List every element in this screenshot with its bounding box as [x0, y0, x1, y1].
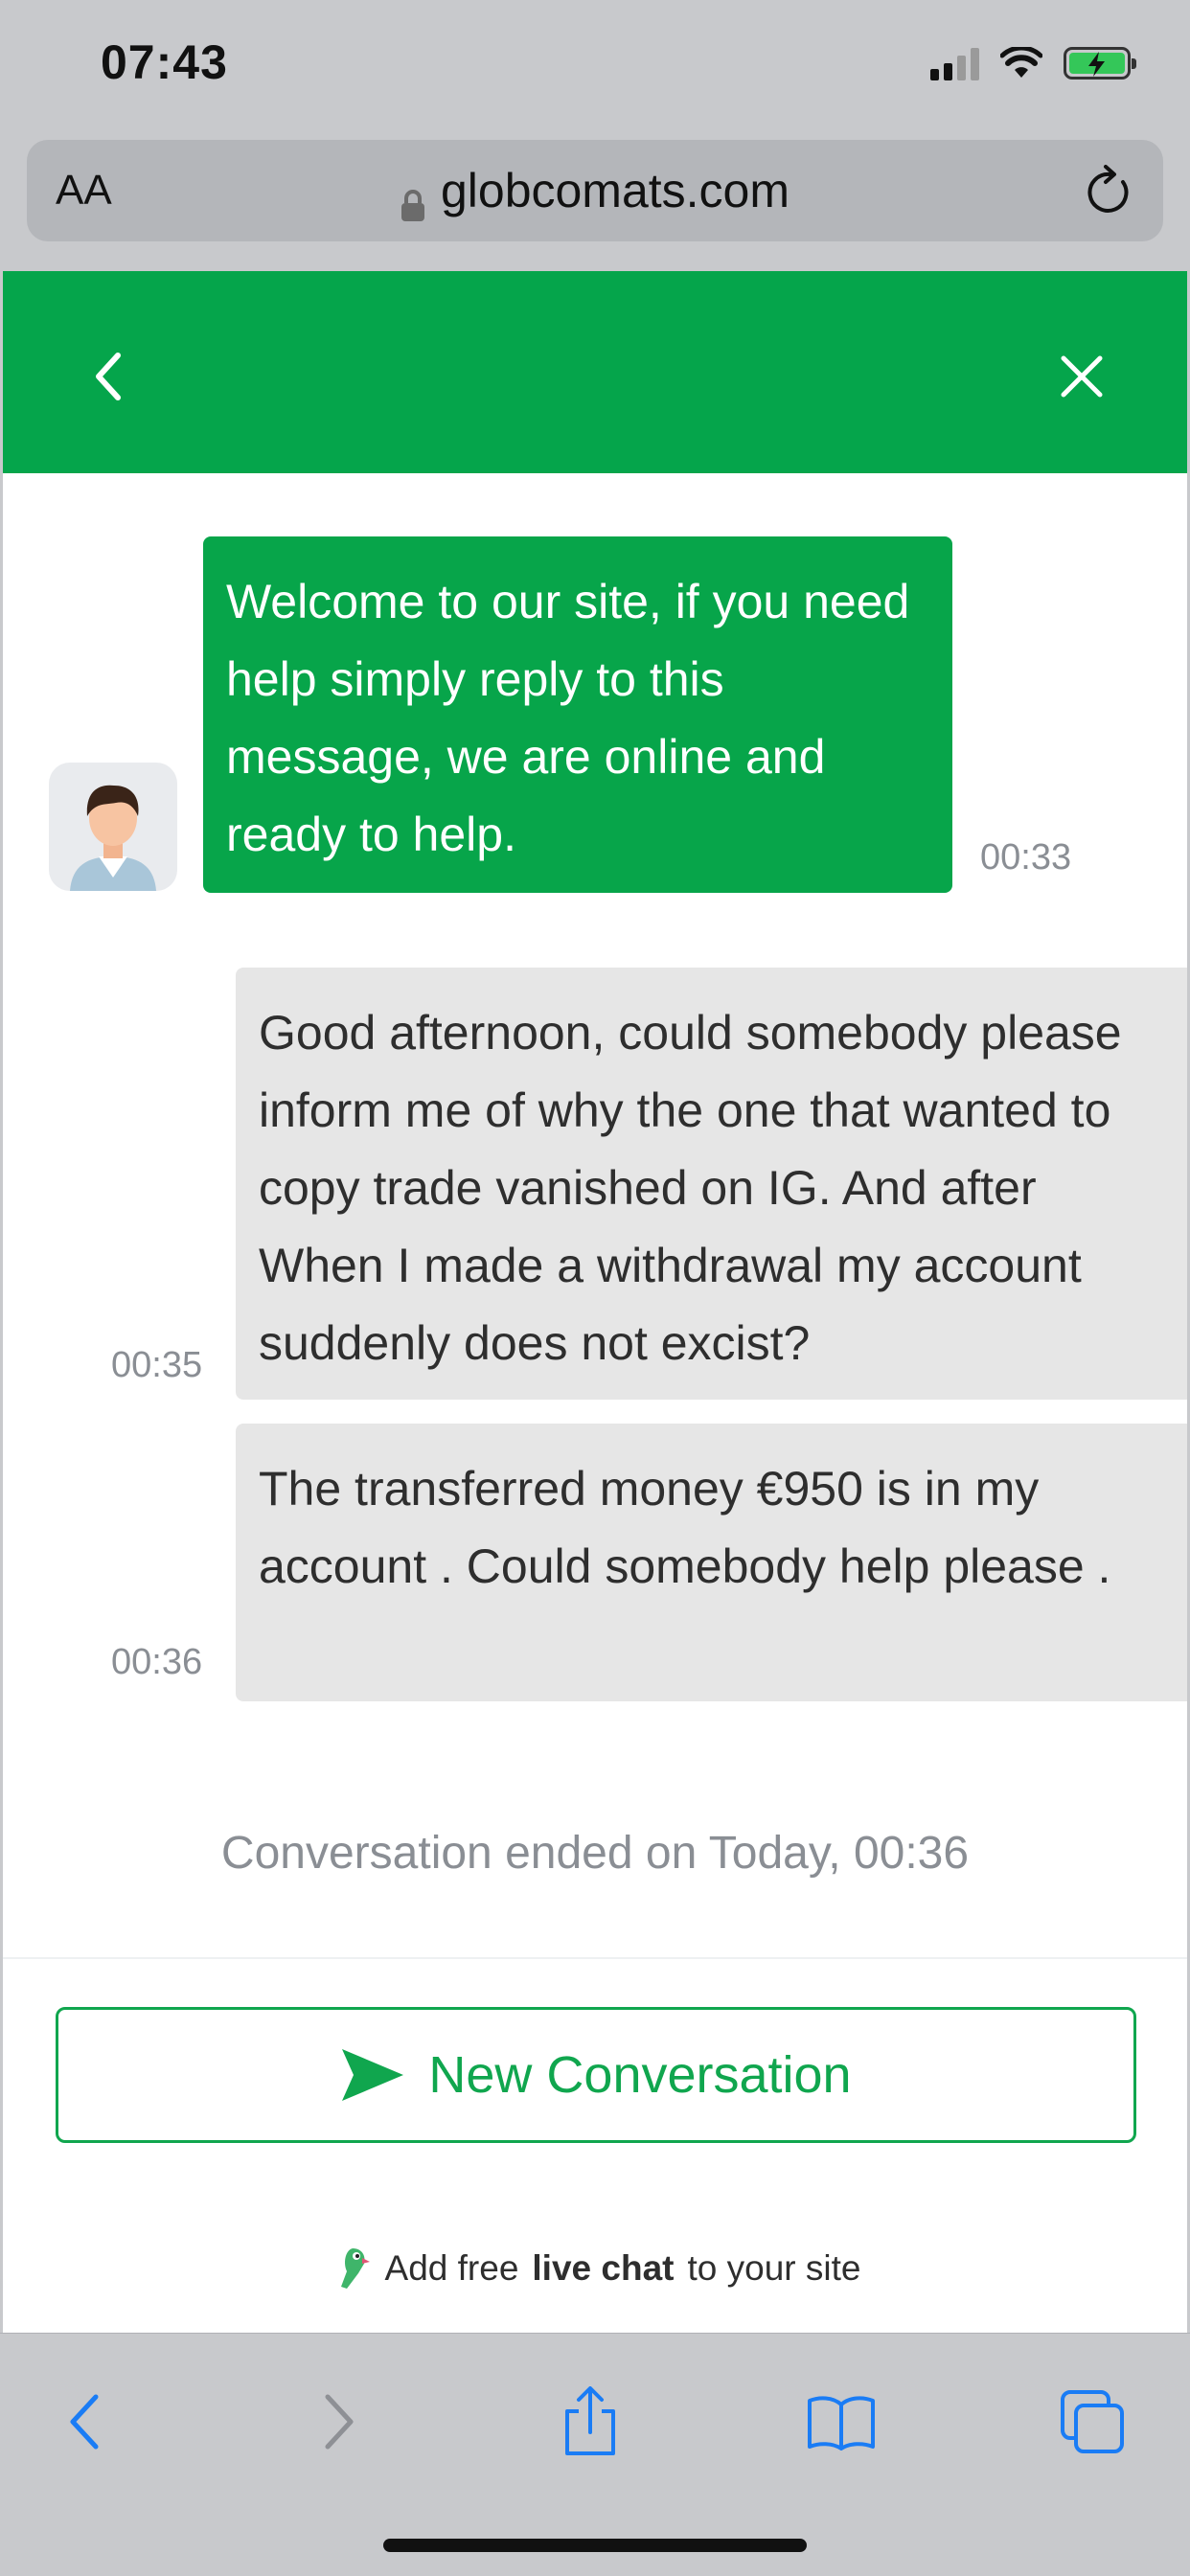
reload-icon[interactable] — [1085, 165, 1134, 221]
powered-by-suffix: to your site — [687, 2248, 861, 2288]
message-list: Welcome to our site, if you need help si… — [3, 473, 1187, 2217]
message-timestamp: 00:33 — [980, 837, 1072, 878]
agent-message-bubble: Welcome to our site, if you need help si… — [203, 536, 952, 893]
powered-by-highlight: live chat — [532, 2248, 675, 2288]
chevron-right-icon — [325, 2394, 354, 2450]
user-message-bubble: The transferred money €950 is in my acco… — [236, 1424, 1187, 1701]
battery-charging-icon — [1064, 47, 1136, 80]
status-bar: 07:43 — [0, 0, 1190, 134]
new-conversation-button[interactable]: New Conversation — [56, 2007, 1136, 2143]
parrot-logo-icon — [340, 2248, 370, 2289]
url-field[interactable]: globcomats.com — [27, 163, 1163, 221]
user-message-bubble: Good afternoon, could somebody please in… — [236, 968, 1187, 1400]
share-button[interactable] — [552, 2383, 629, 2460]
wifi-icon — [1000, 47, 1042, 78]
chevron-left-icon — [96, 353, 121, 400]
lock-icon — [400, 178, 425, 221]
tabs-icon — [1061, 2390, 1124, 2453]
new-conversation-label: New Conversation — [428, 2046, 852, 2104]
send-icon — [342, 2049, 404, 2101]
address-bar[interactable]: AA globcomats.com — [27, 140, 1163, 241]
clock: 07:43 — [101, 35, 228, 89]
tabs-button[interactable] — [1054, 2383, 1131, 2460]
browser-back-button[interactable] — [46, 2383, 123, 2460]
url-text: globcomats.com — [440, 164, 790, 217]
cellular-signal-icon — [930, 46, 979, 80]
share-icon — [565, 2386, 615, 2455]
message-timestamp: 00:36 — [111, 1642, 203, 1682]
powered-by-link[interactable]: Add free live chat to your site — [3, 2240, 1187, 2297]
agent-avatar — [49, 763, 177, 891]
divider — [3, 1957, 1187, 1959]
chat-back-button[interactable] — [70, 338, 147, 415]
chat-widget: Welcome to our site, if you need help si… — [3, 271, 1187, 2333]
home-indicator — [383, 2539, 807, 2552]
bookmarks-button[interactable] — [803, 2383, 880, 2460]
close-icon — [1061, 355, 1103, 398]
chat-header — [3, 271, 1187, 473]
powered-by-prefix: Add free — [384, 2248, 519, 2288]
book-icon — [808, 2396, 875, 2451]
chevron-left-icon — [70, 2394, 99, 2450]
message-timestamp: 00:35 — [111, 1345, 203, 1385]
conversation-ended-notice: Conversation ended on Today, 00:36 — [220, 1828, 970, 1879]
chat-close-button[interactable] — [1043, 338, 1120, 415]
browser-forward-button[interactable] — [301, 2383, 378, 2460]
